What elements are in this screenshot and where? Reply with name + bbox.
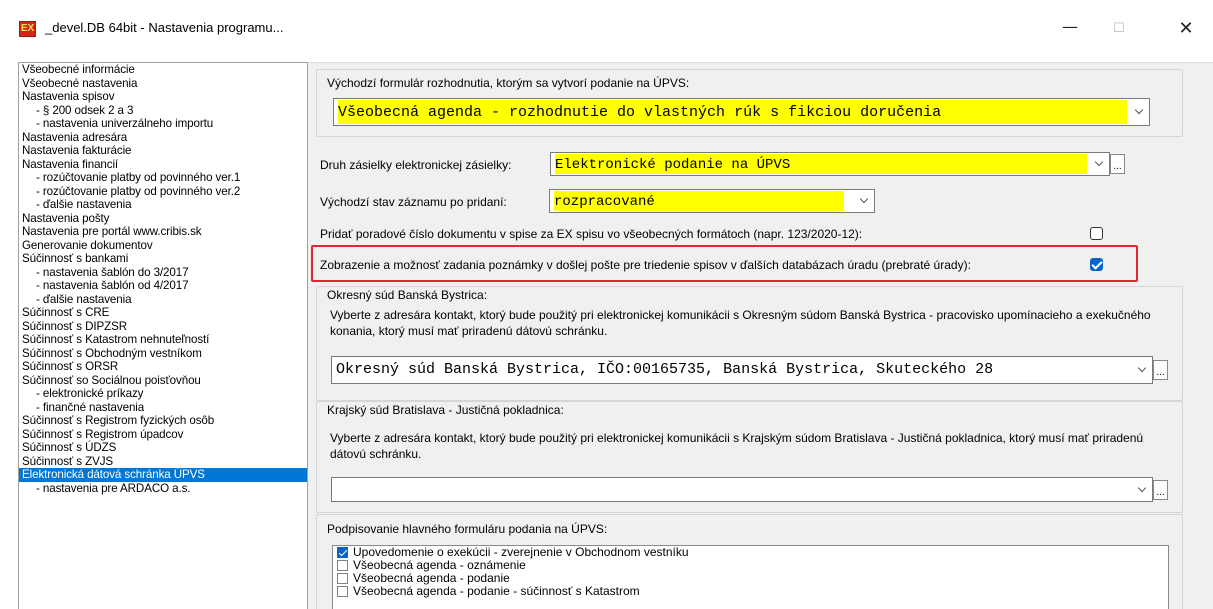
tree-item[interactable]: Nastavenia pošty xyxy=(19,212,307,226)
tree-item[interactable]: Nastavenia pre portál www.cribis.sk xyxy=(19,225,307,239)
tree-item[interactable]: Nastavenia fakturácie xyxy=(19,144,307,158)
regional-court-description: Vyberte z adresára kontakt, ktorý bude p… xyxy=(330,431,1144,461)
tree-item[interactable]: Súčinnosť s Katastrom nehnuteľností xyxy=(19,333,307,347)
list-item-checkbox[interactable] xyxy=(337,560,348,571)
list-item-label: Všeobecná agenda - podanie xyxy=(353,571,510,585)
tree-item[interactable]: Súčinnosť s ÚDZS xyxy=(19,441,307,455)
tree-item[interactable]: - rozúčtovanie platby od povinného ver.1 xyxy=(19,171,307,185)
regional-court-group-title: Krajský súd Bratislava - Justičná poklad… xyxy=(327,403,564,417)
district-court-select[interactable]: Okresný súd Banská Bystrica, IČO:0016573… xyxy=(331,356,1153,384)
tree-item[interactable]: Súčinnosť s Obchodným vestníkom xyxy=(19,347,307,361)
tree-item[interactable]: Všeobecné nastavenia xyxy=(19,77,307,91)
default-state-label: Východzí stav záznamu po pridaní: xyxy=(320,195,507,209)
tree-item[interactable]: Súčinnosť s CRE xyxy=(19,306,307,320)
list-item-label: Všeobecná agenda - podanie - súčinnosť s… xyxy=(353,584,640,598)
tree-item[interactable]: Súčinnosť so Sociálnou poisťovňou xyxy=(19,374,307,388)
tree-item[interactable]: Všeobecné informácie xyxy=(19,63,307,77)
default-state-value: rozpracované xyxy=(554,191,844,211)
district-court-group-title: Okresný súd Banská Bystrica: xyxy=(327,288,488,302)
default-state-select[interactable]: rozpracované xyxy=(549,189,875,213)
tree-item[interactable]: - nastavenia šablón od 4/2017 xyxy=(19,279,307,293)
default-form-select[interactable]: Všeobecná agenda - rozhodnutie do vlastn… xyxy=(333,98,1150,126)
list-item-label: Upovedomenie o exekúcii - zverejnenie v … xyxy=(353,545,689,559)
add-order-number-checkbox[interactable] xyxy=(1090,227,1103,240)
district-court-browse-button[interactable]: ... xyxy=(1153,360,1168,380)
tree-item[interactable]: Súčinnosť s ZVJS xyxy=(19,455,307,469)
add-order-number-label: Pridať poradové číslo dokumentu v spise … xyxy=(320,227,863,241)
title-bar: EX _devel.DB 64bit - Nastavenia programu… xyxy=(0,0,1213,55)
tree-item[interactable]: Nastavenia financií xyxy=(19,158,307,172)
tree-item[interactable]: Nastavenia adresára xyxy=(19,131,307,145)
signing-forms-list[interactable]: Upovedomenie o exekúcii - zverejnenie v … xyxy=(332,545,1169,609)
shipment-type-select[interactable]: Elektronické podanie na ÚPVS xyxy=(550,152,1110,176)
tree-item[interactable]: Elektronická dátová schránka ÚPVS xyxy=(19,468,307,482)
list-item[interactable]: Všeobecná agenda - podanie - súčinnosť s… xyxy=(333,585,1168,598)
default-form-group-title: Východzí formulár rozhodnutia, ktorým sa… xyxy=(327,76,690,90)
tree-item[interactable]: Súčinnosť s bankami xyxy=(19,252,307,266)
window-title: _devel.DB 64bit - Nastavenia programu... xyxy=(45,20,284,35)
regional-court-select[interactable] xyxy=(331,477,1153,502)
tree-item[interactable]: - nastavenia pre ARDACO a.s. xyxy=(19,482,307,496)
list-item-checkbox[interactable] xyxy=(337,547,348,558)
annotation-highlight xyxy=(311,245,1138,282)
chevron-down-icon[interactable] xyxy=(1129,99,1149,125)
minimize-button[interactable]: — xyxy=(1047,14,1093,44)
regional-court-browse-button[interactable]: ... xyxy=(1153,480,1168,500)
tree-item[interactable]: - ďalšie nastavenia xyxy=(19,198,307,212)
tree-item[interactable]: - elektronické príkazy xyxy=(19,387,307,401)
shipment-type-label: Druh zásielky elektronickej zásielky: xyxy=(320,158,512,172)
close-button[interactable]: ✕ xyxy=(1163,14,1209,44)
tree-item[interactable]: Generovanie dokumentov xyxy=(19,239,307,253)
regional-court-value xyxy=(336,478,1130,501)
chevron-down-icon[interactable] xyxy=(1089,153,1109,175)
settings-tree[interactable]: Všeobecné informácie Všeobecné nastavenia… xyxy=(18,62,308,609)
tree-item[interactable]: - nastavenia šablón do 3/2017 xyxy=(19,266,307,280)
tree-item[interactable]: Nastavenia spisov xyxy=(19,90,307,104)
tree-item[interactable]: - ďalšie nastavenia xyxy=(19,293,307,307)
tree-item[interactable]: - § 200 odsek 2 a 3 xyxy=(19,104,307,118)
shipment-type-browse-button[interactable]: ... xyxy=(1110,154,1125,174)
list-item-checkbox[interactable] xyxy=(337,586,348,597)
tree-item[interactable]: Súčinnosť s ORSR xyxy=(19,360,307,374)
district-court-description: Vyberte z adresára kontakt, ktorý bude p… xyxy=(330,308,1151,338)
tree-item[interactable]: - finančné nastavenia xyxy=(19,401,307,415)
chevron-down-icon[interactable] xyxy=(1132,478,1152,501)
tree-item[interactable]: - rozúčtovanie platby od povinného ver.2 xyxy=(19,185,307,199)
tree-item[interactable]: Súčinnosť s Registrom úpadcov xyxy=(19,428,307,442)
shipment-type-value: Elektronické podanie na ÚPVS xyxy=(555,154,1087,174)
default-form-value: Všeobecná agenda - rozhodnutie do vlastn… xyxy=(338,100,1127,124)
tree-item[interactable]: Súčinnosť s Registrom fyzických osôb xyxy=(19,414,307,428)
tree-item[interactable]: - nastavenia univerzálneho importu xyxy=(19,117,307,131)
chevron-down-icon[interactable] xyxy=(1132,357,1152,383)
app-icon: EX xyxy=(19,21,36,37)
signing-group-title: Podpisovanie hlavného formuláru podania … xyxy=(327,522,608,536)
list-item-label: Všeobecná agenda - oznámenie xyxy=(353,558,526,572)
district-court-value: Okresný súd Banská Bystrica, IČO:0016573… xyxy=(336,361,994,378)
list-item-checkbox[interactable] xyxy=(337,573,348,584)
tree-item[interactable]: Súčinnosť s DIPZSR xyxy=(19,320,307,334)
chevron-down-icon[interactable] xyxy=(854,190,874,212)
maximize-button[interactable]: ☐ xyxy=(1096,14,1142,44)
